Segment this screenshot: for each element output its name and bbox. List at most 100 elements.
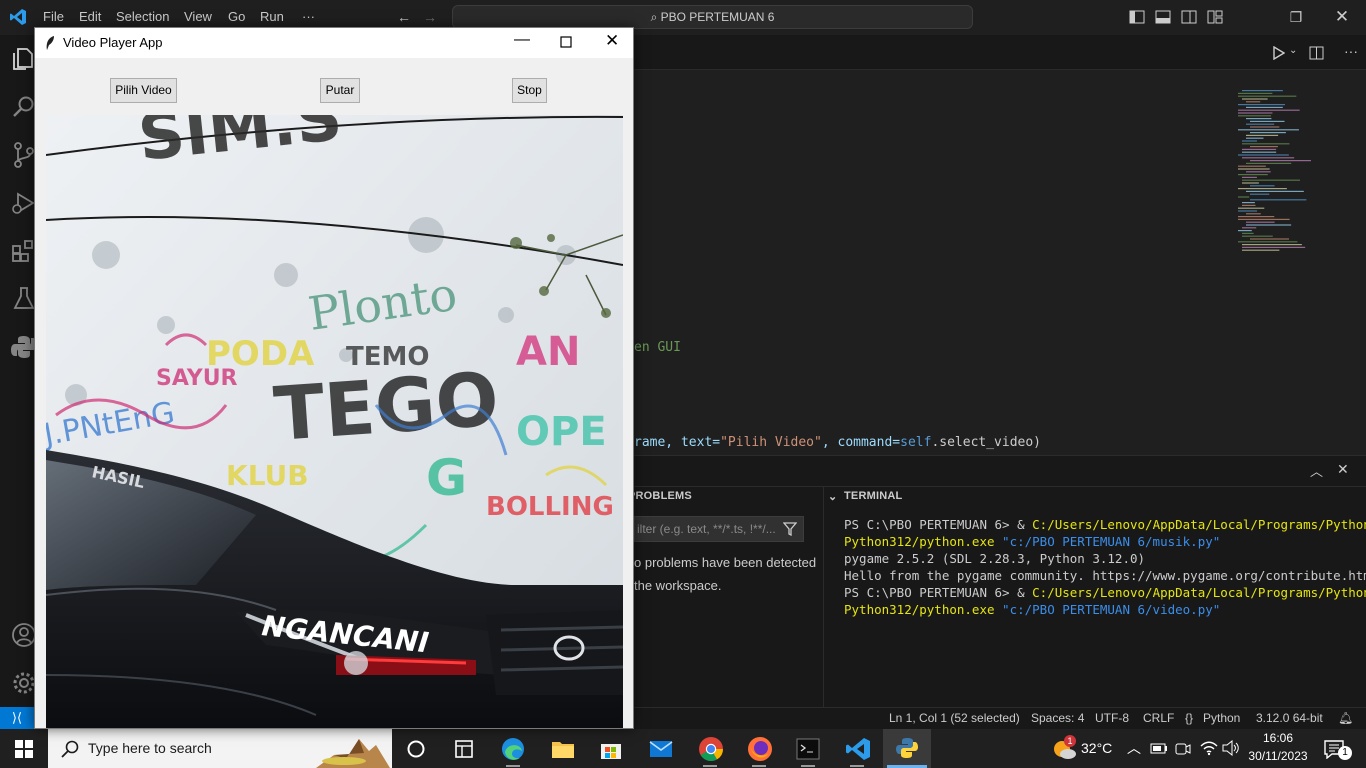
toggle-secondary-sidebar-icon[interactable]	[1181, 10, 1197, 24]
file-explorer-icon[interactable]	[551, 737, 575, 761]
command-center-search[interactable]: ⌕ PBO PERTEMUAN 6	[452, 5, 973, 29]
minimap-line	[1242, 176, 1257, 178]
editor-tabs-bar	[634, 35, 1366, 70]
minimap-line	[1250, 193, 1270, 195]
minimap-line	[1242, 227, 1257, 229]
minimap-line	[1238, 196, 1250, 198]
close-window-icon[interactable]: ✕	[1334, 8, 1350, 25]
status-eol[interactable]: CRLF	[1143, 711, 1174, 725]
menu-more[interactable]: ···	[302, 9, 315, 24]
minimap-line	[1242, 148, 1277, 150]
video-frame: SIM.S Plonto TEGO J.PNtEnG PODA TEMO AN …	[46, 115, 623, 728]
maximize-panel-icon[interactable]: ︿	[1310, 461, 1323, 480]
code-token-self: self	[900, 435, 932, 450]
battery-icon[interactable]	[1150, 741, 1168, 755]
vscode-taskbar-icon[interactable]	[845, 736, 871, 762]
status-language[interactable]: Python	[1203, 711, 1240, 725]
minimap[interactable]	[1238, 90, 1318, 260]
windows-start-icon[interactable]	[15, 740, 33, 758]
menu-view[interactable]: View	[184, 9, 212, 24]
close-icon[interactable]: ✕	[605, 31, 619, 51]
video-player-titlebar[interactable]: Video Player App — ✕	[35, 28, 633, 58]
clock-date[interactable]: 30/11/2023	[1247, 749, 1309, 763]
svg-text:OPE: OPE	[516, 409, 607, 455]
taskbar-search-box[interactable]: Type here to search	[48, 729, 392, 768]
wifi-icon[interactable]	[1200, 740, 1218, 756]
more-actions-icon[interactable]: ···	[1344, 43, 1358, 59]
toggle-primary-sidebar-icon[interactable]	[1129, 10, 1145, 24]
minimap-line	[1246, 171, 1271, 173]
forward-arrow-icon[interactable]: →	[422, 9, 438, 25]
minimap-line	[1238, 154, 1289, 156]
mail-icon[interactable]	[649, 739, 673, 759]
terminal-section-chevron-icon[interactable]: ⌄	[828, 490, 837, 503]
code-line-button[interactable]: rame, text="Pilih Video", command=self.s…	[634, 435, 1041, 450]
minimize-icon[interactable]: —	[514, 31, 530, 49]
code-token-string: "Pilih Video"	[720, 435, 822, 450]
status-encoding[interactable]: UTF-8	[1095, 711, 1129, 725]
status-cursor-position[interactable]: Ln 1, Col 1 (52 selected)	[889, 711, 1020, 725]
firefox-icon[interactable]	[747, 736, 773, 762]
minimap-line	[1242, 143, 1290, 145]
putar-button[interactable]: Putar	[320, 78, 360, 103]
minimap-line	[1242, 232, 1254, 234]
volume-icon[interactable]	[1222, 740, 1240, 756]
problems-section-title[interactable]: PROBLEMS	[628, 490, 692, 502]
back-arrow-icon[interactable]: ←	[396, 9, 412, 25]
minimap-line	[1246, 101, 1261, 103]
filter-funnel-icon[interactable]	[783, 522, 797, 536]
notifications-bell-icon[interactable]: 🔔︎	[1338, 711, 1353, 725]
restore-window-icon[interactable]: ❐	[1288, 9, 1304, 25]
show-hidden-icons-chevron-icon[interactable]: ︿	[1127, 738, 1141, 758]
task-view-icon[interactable]	[406, 739, 426, 759]
tk-feather-icon	[46, 36, 54, 50]
minimap-line	[1250, 199, 1307, 201]
maximize-icon[interactable]	[560, 36, 572, 48]
minimap-line	[1250, 146, 1278, 148]
split-editor-icon[interactable]	[1309, 46, 1324, 60]
minimap-line	[1250, 132, 1286, 134]
panel-split-divider[interactable]	[823, 486, 824, 708]
code-comment-fragment: en GUI	[634, 340, 681, 355]
minimap-line	[1242, 182, 1259, 184]
webcam-icon[interactable]	[1175, 741, 1191, 757]
clock-time[interactable]: 16:06	[1251, 731, 1305, 745]
menu-go[interactable]: Go	[228, 9, 245, 24]
remote-indicator-icon[interactable]: ⟩⟨	[0, 707, 34, 729]
minimap-line	[1242, 90, 1283, 92]
python-taskbar-active[interactable]	[883, 729, 931, 768]
terminal-line: Hello from the pygame community. https:/…	[844, 568, 1366, 583]
problems-message-line1: o problems have been detected	[634, 555, 817, 570]
minimap-line	[1250, 238, 1290, 240]
run-python-file-icon[interactable]	[1271, 46, 1285, 60]
status-interpreter[interactable]: 3.12.0 64-bit	[1256, 711, 1323, 725]
minimap-line	[1242, 244, 1302, 246]
terminal-app-icon[interactable]	[796, 738, 820, 760]
terminal-section-title[interactable]: TERMINAL	[844, 490, 902, 502]
microsoft-store-icon[interactable]	[599, 737, 623, 761]
chrome-icon[interactable]	[698, 736, 724, 762]
menu-selection[interactable]: Selection	[116, 9, 169, 24]
customize-layout-icon[interactable]	[1207, 10, 1223, 24]
menu-file[interactable]: File	[43, 9, 64, 24]
search-highlight-illustration	[316, 739, 390, 768]
weather-temperature[interactable]: 32°C	[1081, 740, 1112, 756]
minimap-line	[1238, 174, 1268, 176]
search-icon: ⌕	[650, 10, 661, 24]
status-indentation[interactable]: Spaces: 4	[1031, 711, 1084, 725]
run-dropdown-chevron-icon[interactable]: ⌄	[1289, 45, 1297, 56]
pilih-video-button[interactable]: Pilih Video	[110, 78, 177, 103]
menu-edit[interactable]: Edit	[79, 9, 101, 24]
edge-browser-icon[interactable]	[501, 737, 525, 761]
widgets-icon[interactable]	[454, 739, 474, 759]
minimap-line	[1238, 112, 1273, 114]
stop-button[interactable]: Stop	[512, 78, 547, 103]
terminal-line: PS C:\PBO PERTEMUAN 6> & C:/Users/Lenovo…	[844, 517, 1366, 532]
minimap-line	[1246, 118, 1272, 120]
code-token-command: , command=	[821, 435, 901, 450]
close-panel-icon[interactable]: ✕	[1337, 461, 1349, 478]
svg-text:BOLLING: BOLLING	[486, 492, 614, 522]
toggle-panel-icon[interactable]	[1155, 10, 1171, 24]
problems-filter-input[interactable]: ilter (e.g. text, **/*.ts, !**/...	[634, 516, 804, 542]
menu-run[interactable]: Run	[260, 9, 284, 24]
